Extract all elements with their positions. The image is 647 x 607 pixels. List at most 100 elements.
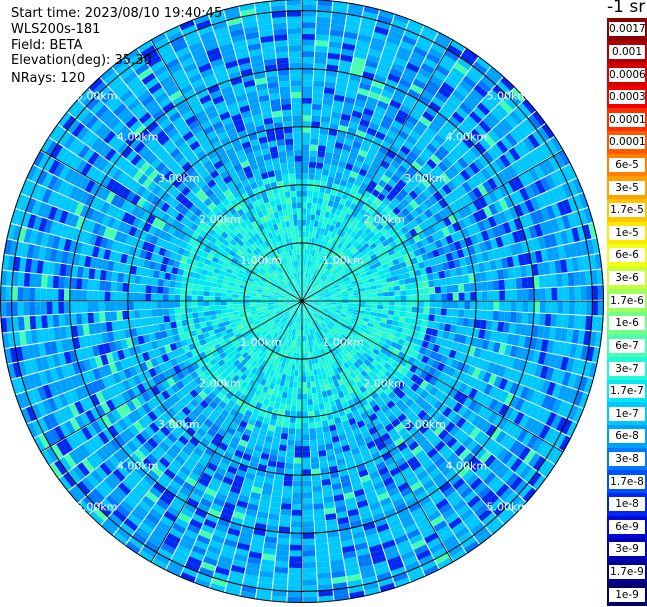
- range-gate: [439, 315, 447, 324]
- range-gate: [314, 374, 319, 382]
- range-gate: [309, 220, 315, 227]
- range-gate: [209, 286, 216, 292]
- range-gate: [397, 321, 405, 328]
- range-gate: [133, 292, 140, 301]
- range-gate: [306, 208, 312, 215]
- range-gate: [174, 288, 181, 295]
- range-gate: [289, 550, 302, 557]
- range-gate: [180, 301, 186, 308]
- range-gate: [69, 301, 76, 314]
- range-gate: [281, 497, 292, 504]
- range-gate: [528, 288, 535, 301]
- range-gate: [515, 277, 523, 289]
- range-gate: [308, 231, 313, 238]
- range-gate: [389, 301, 395, 306]
- range-gate: [317, 444, 326, 452]
- range-gate: [313, 80, 325, 88]
- range-gate: [317, 145, 326, 152]
- range-gate: [87, 312, 95, 324]
- range-gate: [304, 335, 307, 342]
- range-gate: [168, 308, 175, 315]
- range-gate: [315, 34, 329, 41]
- range-gate: [306, 214, 311, 221]
- range-gate: [458, 292, 465, 301]
- range-gate: [375, 312, 383, 318]
- range-gate: [298, 359, 302, 365]
- range-gate: [306, 381, 312, 388]
- range-gate: [318, 192, 325, 199]
- range-gate: [280, 503, 292, 510]
- range-gate: [302, 138, 310, 145]
- range-gate: [139, 293, 146, 301]
- range-gate: [406, 301, 413, 307]
- range-gate: [309, 369, 314, 377]
- range-gate: [399, 311, 406, 317]
- range-gate: [287, 591, 302, 598]
- range-gate: [162, 294, 169, 301]
- range-gate: [303, 567, 317, 574]
- range-gate: [311, 462, 320, 470]
- range-gate: [309, 225, 314, 233]
- range-gate: [504, 279, 511, 290]
- range-gate: [505, 290, 512, 301]
- range-gate: [290, 405, 297, 412]
- range-gate: [476, 301, 482, 310]
- range-gate: [313, 503, 324, 510]
- range-gate: [308, 422, 316, 429]
- range-gate: [359, 294, 366, 298]
- range-gate: [312, 92, 324, 99]
- range-gate: [302, 527, 315, 534]
- range-gate: [381, 313, 388, 319]
- range-gate: [314, 520, 326, 528]
- range-gate: [58, 301, 65, 314]
- range-gate: [294, 457, 302, 464]
- range-gate: [175, 320, 183, 328]
- range-gate: [220, 292, 227, 297]
- range-gate: [296, 405, 302, 412]
- range-gate: [317, 572, 332, 580]
- range-gate: [302, 91, 313, 98]
- range-gate: [288, 573, 302, 580]
- range-gate: [365, 290, 372, 295]
- range-gate: [302, 62, 314, 69]
- range-gate: [276, 390, 283, 398]
- range-gate: [275, 420, 283, 428]
- range-gate: [81, 313, 89, 325]
- range-gate: [315, 168, 323, 175]
- range-gate: [534, 301, 541, 313]
- range-gate: [308, 179, 315, 186]
- range-gate: [485, 271, 493, 281]
- range-gate: [308, 167, 316, 174]
- range-gate: [232, 307, 239, 312]
- range-gate: [87, 279, 94, 291]
- range-gate: [306, 219, 311, 226]
- range-gate: [316, 162, 324, 169]
- range-gate: [275, 396, 282, 404]
- range-gate: [209, 291, 216, 297]
- range-gate: [194, 272, 201, 280]
- range-gate: [310, 381, 316, 388]
- range-gate: [104, 281, 112, 291]
- range-gate: [46, 275, 54, 288]
- range-gate: [375, 284, 383, 289]
- range-gate: [397, 273, 405, 281]
- range-gate: [348, 298, 355, 301]
- range-gate: [87, 301, 94, 313]
- range-gate: [322, 198, 329, 206]
- range-gate: [315, 386, 322, 393]
- range-gate: [198, 316, 206, 323]
- range-gate: [226, 289, 234, 294]
- range-gate: [98, 301, 105, 312]
- range-gate: [550, 274, 558, 287]
- range-gate: [309, 144, 318, 151]
- range-gate: [302, 504, 313, 511]
- range-gate: [220, 297, 227, 301]
- range-gate: [365, 304, 372, 308]
- range-gate: [315, 40, 329, 47]
- range-gate: [111, 271, 119, 282]
- range-gate: [556, 273, 563, 287]
- range-gate: [310, 456, 319, 464]
- range-gate: [310, 445, 318, 452]
- range-gate: [544, 274, 552, 288]
- range-gate: [302, 196, 308, 203]
